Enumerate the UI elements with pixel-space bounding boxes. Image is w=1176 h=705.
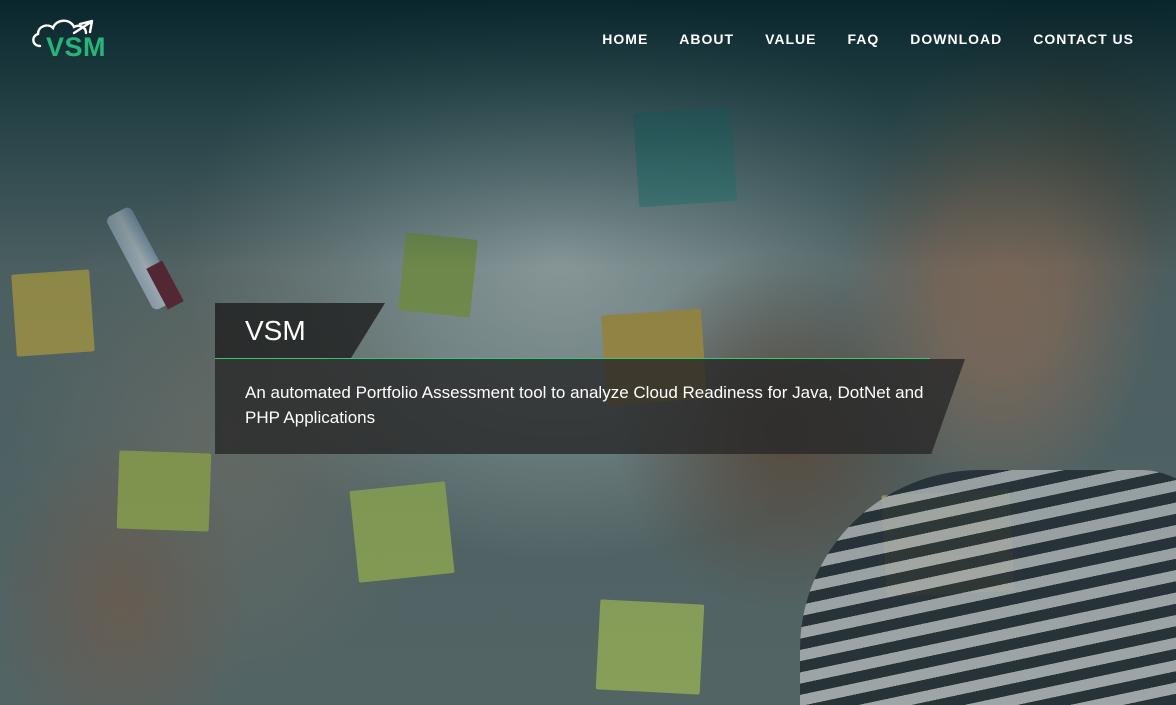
- nav-about[interactable]: ABOUT: [679, 31, 734, 47]
- logo-text: VSM: [46, 32, 107, 62]
- hero-dark-overlay: [0, 0, 1176, 705]
- nav-contact-us[interactable]: CONTACT US: [1033, 31, 1134, 47]
- hero-description: An automated Portfolio Assessment tool t…: [245, 383, 924, 427]
- nav-download[interactable]: DOWNLOAD: [910, 31, 1002, 47]
- caption-divider: [215, 358, 930, 359]
- site-logo[interactable]: VSM: [30, 16, 120, 64]
- hero-title: VSM: [245, 315, 306, 346]
- nav-home[interactable]: HOME: [602, 31, 648, 47]
- main-navigation: HOME ABOUT VALUE FAQ DOWNLOAD CONTACT US: [571, 31, 1134, 47]
- top-navbar: VSM HOME ABOUT VALUE FAQ DOWNLOAD CONTAC…: [0, 0, 1176, 80]
- caption-body-box: An automated Portfolio Assessment tool t…: [215, 359, 965, 454]
- nav-value[interactable]: VALUE: [765, 31, 816, 47]
- nav-faq[interactable]: FAQ: [847, 31, 879, 47]
